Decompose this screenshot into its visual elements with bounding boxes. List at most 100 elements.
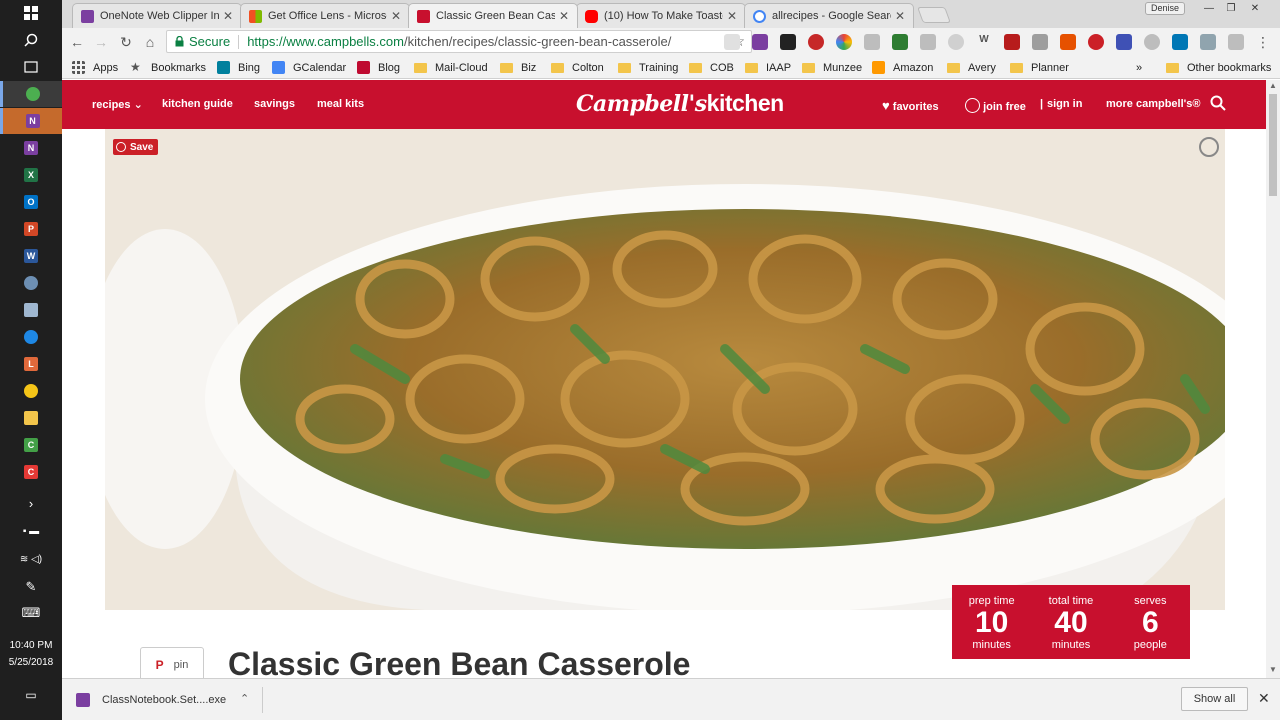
- bookmarks-overflow-button[interactable]: »: [1136, 59, 1142, 76]
- cast-icon[interactable]: [724, 34, 740, 50]
- clock-date[interactable]: 5/25/2018: [0, 655, 62, 671]
- clock-time[interactable]: 10:40 PM: [0, 638, 62, 654]
- back-button[interactable]: ←: [68, 33, 86, 51]
- nav-recipes[interactable]: recipes ⌄: [92, 98, 143, 111]
- nav-favorites[interactable]: ♥ favorites: [882, 98, 939, 113]
- taskbar-app-1[interactable]: [0, 270, 62, 296]
- extension-icon[interactable]: [892, 34, 908, 50]
- taskbar-app-6[interactable]: C: [0, 432, 62, 458]
- onenote-clipper-extension-icon[interactable]: [752, 34, 768, 50]
- bookmark-biz[interactable]: Biz: [500, 59, 536, 76]
- pen-button[interactable]: ✎: [0, 574, 62, 600]
- nav-sign-in[interactable]: sign in: [1047, 98, 1082, 110]
- tab-onenote-clipper[interactable]: OneNote Web Clipper Ins ✕: [72, 3, 242, 28]
- address-bar[interactable]: Secure https://www.campbells.com/kitchen…: [166, 30, 752, 53]
- taskbar-word[interactable]: W: [0, 243, 62, 269]
- extension-icon[interactable]: [1060, 34, 1076, 50]
- nav-kitchen-guide[interactable]: kitchen guide: [162, 98, 233, 110]
- profile-button[interactable]: Denise: [1145, 2, 1185, 15]
- nav-meal-kits[interactable]: meal kits: [317, 98, 364, 110]
- bookmark-blog[interactable]: Blog: [357, 59, 400, 76]
- pinterest-save-button[interactable]: Save: [113, 139, 159, 155]
- extension-icon[interactable]: [864, 34, 880, 50]
- campbells-kitchen-logo[interactable]: Campbell'skitchen: [576, 90, 784, 117]
- abp-extension-icon[interactable]: [808, 34, 824, 50]
- taskbar-app-4[interactable]: L: [0, 351, 62, 377]
- nav-more-campbells[interactable]: more campbell's®: [1106, 98, 1200, 110]
- scrollbar-thumb[interactable]: [1269, 94, 1277, 196]
- nav-join-free[interactable]: join free: [965, 98, 1026, 113]
- page-scrollbar[interactable]: ▲ ▼: [1266, 80, 1280, 678]
- taskbar-chrome[interactable]: [0, 81, 62, 107]
- bookmark-munzee[interactable]: Munzee: [802, 59, 862, 76]
- close-icon[interactable]: ✕: [559, 9, 569, 23]
- close-window-button[interactable]: ✕: [1244, 0, 1266, 16]
- start-button[interactable]: [0, 0, 62, 26]
- close-downloads-icon[interactable]: ✕: [1258, 690, 1270, 707]
- pdf-extension-icon[interactable]: [1004, 34, 1020, 50]
- pinterest-extension-icon[interactable]: [1088, 34, 1104, 50]
- bookmark-iaap[interactable]: IAAP: [745, 59, 791, 76]
- extension-icon[interactable]: [1032, 34, 1048, 50]
- taskbar-file-explorer[interactable]: [0, 405, 62, 431]
- taskbar-powerpoint[interactable]: P: [0, 216, 62, 242]
- forward-button[interactable]: →: [92, 33, 110, 51]
- taskbar-app-2[interactable]: [0, 297, 62, 323]
- taskbar-onenote[interactable]: N: [0, 135, 62, 161]
- extension-icon[interactable]: [1116, 34, 1132, 50]
- bookmark-cob[interactable]: COB: [689, 59, 734, 76]
- extension-icon[interactable]: [1228, 34, 1244, 50]
- tab-youtube-toaster[interactable]: (10) How To Make Toaste ✕: [576, 3, 746, 28]
- linkedin-extension-icon[interactable]: [1172, 34, 1188, 50]
- close-icon[interactable]: ✕: [727, 9, 737, 23]
- bookmark-apps[interactable]: Apps: [72, 59, 118, 76]
- extension-icon[interactable]: [948, 34, 964, 50]
- bookmark-gcalendar[interactable]: GCalendar: [272, 59, 346, 76]
- show-all-downloads-button[interactable]: Show all: [1181, 687, 1248, 711]
- download-options-chevron-icon[interactable]: ⌃: [240, 692, 249, 705]
- color-extension-icon[interactable]: [836, 34, 852, 50]
- extension-icon[interactable]: [1200, 34, 1216, 50]
- close-icon[interactable]: ✕: [223, 9, 233, 23]
- taskbar-app-7[interactable]: C: [0, 459, 62, 485]
- new-tab-button[interactable]: [917, 7, 951, 23]
- taskbar-onenote-orange[interactable]: N: [0, 108, 62, 134]
- tab-office-lens[interactable]: Get Office Lens - Microsoft ✕: [240, 3, 410, 28]
- bookmark-planner[interactable]: Planner: [1010, 59, 1069, 76]
- tray-network-volume[interactable]: ≋ ◁): [0, 546, 62, 572]
- home-button[interactable]: ⌂: [141, 33, 159, 51]
- other-bookmarks[interactable]: Other bookmarks: [1166, 59, 1271, 76]
- nav-savings[interactable]: savings: [254, 98, 295, 110]
- close-icon[interactable]: ✕: [391, 9, 401, 23]
- taskbar-outlook[interactable]: O: [0, 189, 62, 215]
- task-view-button[interactable]: [0, 54, 62, 80]
- tab-google-search[interactable]: allrecipes - Google Searc ✕: [744, 3, 914, 28]
- site-search-button[interactable]: [1210, 95, 1226, 114]
- tab-green-bean-casserole[interactable]: Classic Green Bean Casse ✕: [408, 3, 578, 28]
- scroll-down-icon[interactable]: ▼: [1266, 664, 1280, 676]
- keyboard-button[interactable]: ⌨: [0, 600, 62, 626]
- bookmark-training[interactable]: Training: [618, 59, 678, 76]
- bookmark-amazon[interactable]: Amazon: [872, 59, 933, 76]
- pin-button[interactable]: P pin: [140, 647, 204, 678]
- bookmark-bookmarks[interactable]: ★ Bookmarks: [130, 59, 206, 76]
- bookmark-bing[interactable]: Bing: [217, 59, 260, 76]
- extension-icon[interactable]: [920, 34, 936, 50]
- close-icon[interactable]: ✕: [895, 9, 905, 23]
- chrome-menu-button[interactable]: ⋮: [1254, 33, 1272, 51]
- extension-icon[interactable]: [1144, 34, 1160, 50]
- tray-icons[interactable]: ▪ ▬: [0, 518, 62, 544]
- show-hidden-icons[interactable]: ›: [0, 490, 62, 516]
- bookmark-mail-cloud[interactable]: Mail-Cloud: [414, 59, 488, 76]
- expand-image-icon[interactable]: [1199, 137, 1219, 157]
- action-center-button[interactable]: ▭: [0, 682, 62, 708]
- reload-button[interactable]: ↻: [117, 33, 135, 51]
- extension-icon[interactable]: W: [976, 34, 992, 50]
- bookmark-avery[interactable]: Avery: [947, 59, 996, 76]
- restore-button[interactable]: ❐: [1220, 0, 1242, 16]
- amazon-extension-icon[interactable]: [780, 34, 796, 50]
- taskbar-app-3[interactable]: [0, 324, 62, 350]
- taskbar-excel[interactable]: X: [0, 162, 62, 188]
- search-button[interactable]: [0, 27, 62, 53]
- minimize-button[interactable]: —: [1198, 0, 1220, 16]
